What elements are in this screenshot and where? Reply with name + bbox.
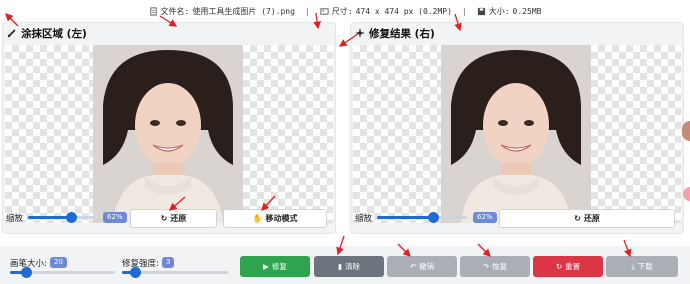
brush-size-slider[interactable] bbox=[10, 267, 115, 278]
clear-button[interactable]: ▮ 清除 bbox=[314, 256, 384, 277]
left-zoom-label: 缩放 bbox=[6, 214, 24, 224]
clear-label: 清除 bbox=[345, 262, 361, 271]
brush-panel: 涂抹区域 (左) 豆包AI生成 bbox=[2, 22, 336, 234]
right-reset-label: 还原 bbox=[583, 214, 600, 223]
undo-label: 撤销 bbox=[419, 262, 435, 271]
move-mode-label: 移动模式 bbox=[265, 214, 298, 223]
download-label: 下载 bbox=[637, 262, 653, 271]
redo-icon: ↷ bbox=[482, 262, 490, 271]
size-value: 474 x 474 px (0.2MP) bbox=[355, 6, 452, 16]
result-panel-title: 修复结果 (右) bbox=[355, 25, 435, 41]
file-icon bbox=[149, 6, 157, 16]
right-zoom-fill bbox=[377, 216, 433, 219]
sparkle-icon bbox=[355, 28, 365, 38]
reset-icon: ↻ bbox=[555, 262, 563, 271]
filesize-value: 0.25MB bbox=[512, 6, 542, 16]
right-zoom-badge: 62% bbox=[473, 212, 497, 223]
left-zoom-fill bbox=[28, 216, 72, 219]
play-icon: ▶ bbox=[263, 262, 269, 271]
left-zoom-badge: 62% bbox=[103, 212, 127, 223]
brush-size-knob[interactable] bbox=[20, 267, 32, 278]
result-panel-title-text: 修复结果 (右) bbox=[369, 27, 435, 40]
undo-button[interactable]: ↶ 撤销 bbox=[387, 256, 457, 277]
brush-panel-title: 涂抹区域 (左) bbox=[7, 25, 87, 41]
repair-button[interactable]: ▶ 修复 bbox=[240, 256, 310, 277]
left-reset-label: 还原 bbox=[170, 214, 187, 223]
filename-info: 文件名: 使用工具生成图片 (7).png bbox=[149, 6, 295, 17]
floating-avatar[interactable] bbox=[682, 121, 690, 141]
strength-slider[interactable] bbox=[122, 267, 228, 278]
download-icon: ⤓ bbox=[631, 261, 635, 271]
hand-icon: ✋ bbox=[252, 214, 263, 223]
redo-label: 恢复 bbox=[492, 262, 508, 271]
strength-knob[interactable] bbox=[129, 267, 141, 278]
filesize-label: 大小: bbox=[488, 6, 510, 16]
floating-assistant-icon[interactable] bbox=[683, 187, 690, 201]
undo-icon: ↶ bbox=[409, 262, 417, 271]
save-icon bbox=[477, 7, 485, 15]
info-separator: | bbox=[304, 6, 310, 16]
strength-badge: 3 bbox=[162, 257, 175, 268]
right-zoom-label: 缩放 bbox=[355, 214, 373, 224]
result-panel: 修复结果 (右) 豆包AI生成 bbox=[350, 22, 684, 234]
reset-all-button[interactable]: ↻ 重置 bbox=[533, 256, 603, 277]
move-mode-button[interactable]: ✋ 移动模式 bbox=[223, 209, 327, 228]
filename-label: 文件名: bbox=[160, 6, 190, 16]
dimension-info: 尺寸: 474 x 474 px (0.2MP) bbox=[320, 6, 452, 17]
trash-icon: ▮ bbox=[337, 262, 343, 271]
filename-value: 使用工具生成图片 (7).png bbox=[192, 6, 295, 16]
strength-label: 修复强度: bbox=[122, 259, 159, 269]
right-reset-button[interactable]: ↻ 还原 bbox=[499, 209, 675, 228]
brush-panel-title-text: 涂抹区域 (左) bbox=[21, 27, 87, 40]
repair-label: 修复 bbox=[271, 262, 287, 271]
brush-icon bbox=[7, 29, 16, 38]
result-canvas: 豆包AI生成 bbox=[353, 45, 681, 223]
download-button[interactable]: ⤓ 下载 bbox=[606, 256, 678, 277]
left-reset-button[interactable]: ↻ 还原 bbox=[130, 209, 217, 228]
brush-size-badge: 20 bbox=[50, 257, 67, 268]
left-zoom-slider[interactable] bbox=[28, 212, 98, 223]
size-label: 尺寸: bbox=[331, 6, 353, 16]
redo-button[interactable]: ↷ 恢复 bbox=[460, 256, 530, 277]
image-icon bbox=[320, 7, 329, 15]
reset-icon: ↻ bbox=[574, 214, 581, 223]
right-zoom-slider[interactable] bbox=[377, 212, 467, 223]
brush-canvas[interactable]: 豆包AI生成 bbox=[5, 45, 333, 223]
info-separator: | bbox=[461, 6, 467, 16]
filesize-info: 大小: 0.25MB bbox=[477, 6, 542, 17]
file-info-bar: 文件名: 使用工具生成图片 (7).png | 尺寸: 474 x 474 px… bbox=[0, 0, 690, 22]
right-zoom-knob[interactable] bbox=[427, 212, 439, 223]
reset-icon: ↻ bbox=[160, 214, 168, 223]
portrait-image: 豆包AI生成 bbox=[441, 45, 591, 223]
portrait-image: 豆包AI生成 bbox=[93, 45, 243, 223]
reset-all-label: 重置 bbox=[565, 262, 581, 271]
